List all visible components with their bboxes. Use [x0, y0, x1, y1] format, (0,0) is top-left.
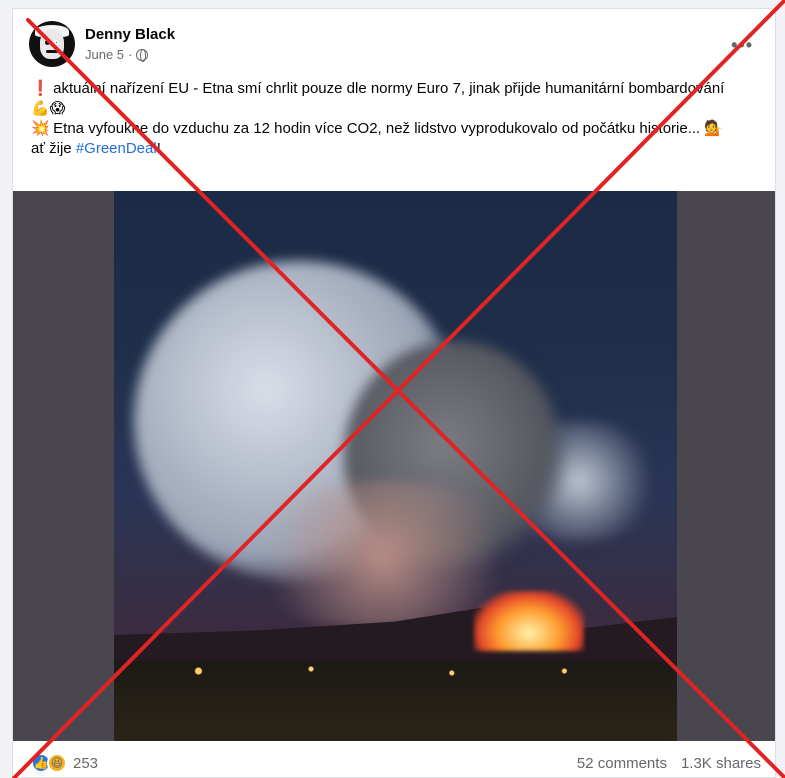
avatar-mouth [46, 50, 58, 53]
facebook-post-card: Denny Black June 5 · ••• ❗ aktuální naří… [12, 8, 776, 778]
post-meta: June 5 · [85, 47, 175, 62]
town-lights [114, 661, 677, 681]
more-options-icon[interactable]: ••• [731, 35, 753, 56]
hashtag-link[interactable]: #GreenDeal [76, 140, 157, 157]
haha-icon: 😆 [47, 753, 67, 773]
post-line-2: 💪😱 [31, 99, 771, 119]
meta-separator: · [128, 47, 133, 62]
exclamation-icon: ❗ [31, 80, 50, 97]
shares-count[interactable]: 1.3K shares [681, 755, 761, 772]
lava-flow [474, 591, 584, 651]
post-line-3: 💥 Etna vyfoukne do vzduchu za 12 hodin v… [31, 119, 771, 139]
post-line-1-text: aktuální nařízení EU - Etna smí chrlit p… [53, 80, 725, 97]
post-media[interactable] [13, 191, 775, 741]
collision-icon: 💥 [31, 120, 50, 137]
emoji-muscle-scream: 💪😱 [31, 100, 66, 117]
post-line-4: ať žije #GreenDeal! [31, 139, 771, 159]
author-avatar[interactable] [29, 21, 75, 67]
comments-count[interactable]: 52 comments [577, 755, 667, 772]
post-line-4-prefix: ať žije [31, 140, 76, 157]
author-name[interactable]: Denny Black [85, 26, 175, 44]
globe-icon [136, 48, 149, 62]
reaction-count: 253 [73, 754, 99, 772]
post-date[interactable]: June 5 [85, 47, 124, 62]
volcano-photo[interactable] [114, 191, 677, 741]
avatar-eye [54, 40, 59, 45]
post-footer: 👍 😆 253 52 comments 1.3K shares [13, 751, 775, 777]
author-info: Denny Black June 5 · [85, 26, 175, 62]
post-text: ❗ aktuální nařízení EU - Etna smí chrlit… [31, 79, 771, 159]
post-header: Denny Black June 5 · [29, 21, 175, 67]
post-line-3-text: Etna vyfoukne do vzduchu za 12 hodin víc… [53, 120, 724, 137]
engagement-stats: 52 comments 1.3K shares [577, 755, 761, 772]
avatar-eye [45, 40, 50, 45]
avatar-face [40, 29, 64, 59]
post-line-4-suffix: ! [156, 140, 161, 157]
post-line-1: ❗ aktuální nařízení EU - Etna smí chrlit… [31, 79, 771, 99]
reactions-summary[interactable]: 👍 😆 253 [31, 753, 98, 773]
